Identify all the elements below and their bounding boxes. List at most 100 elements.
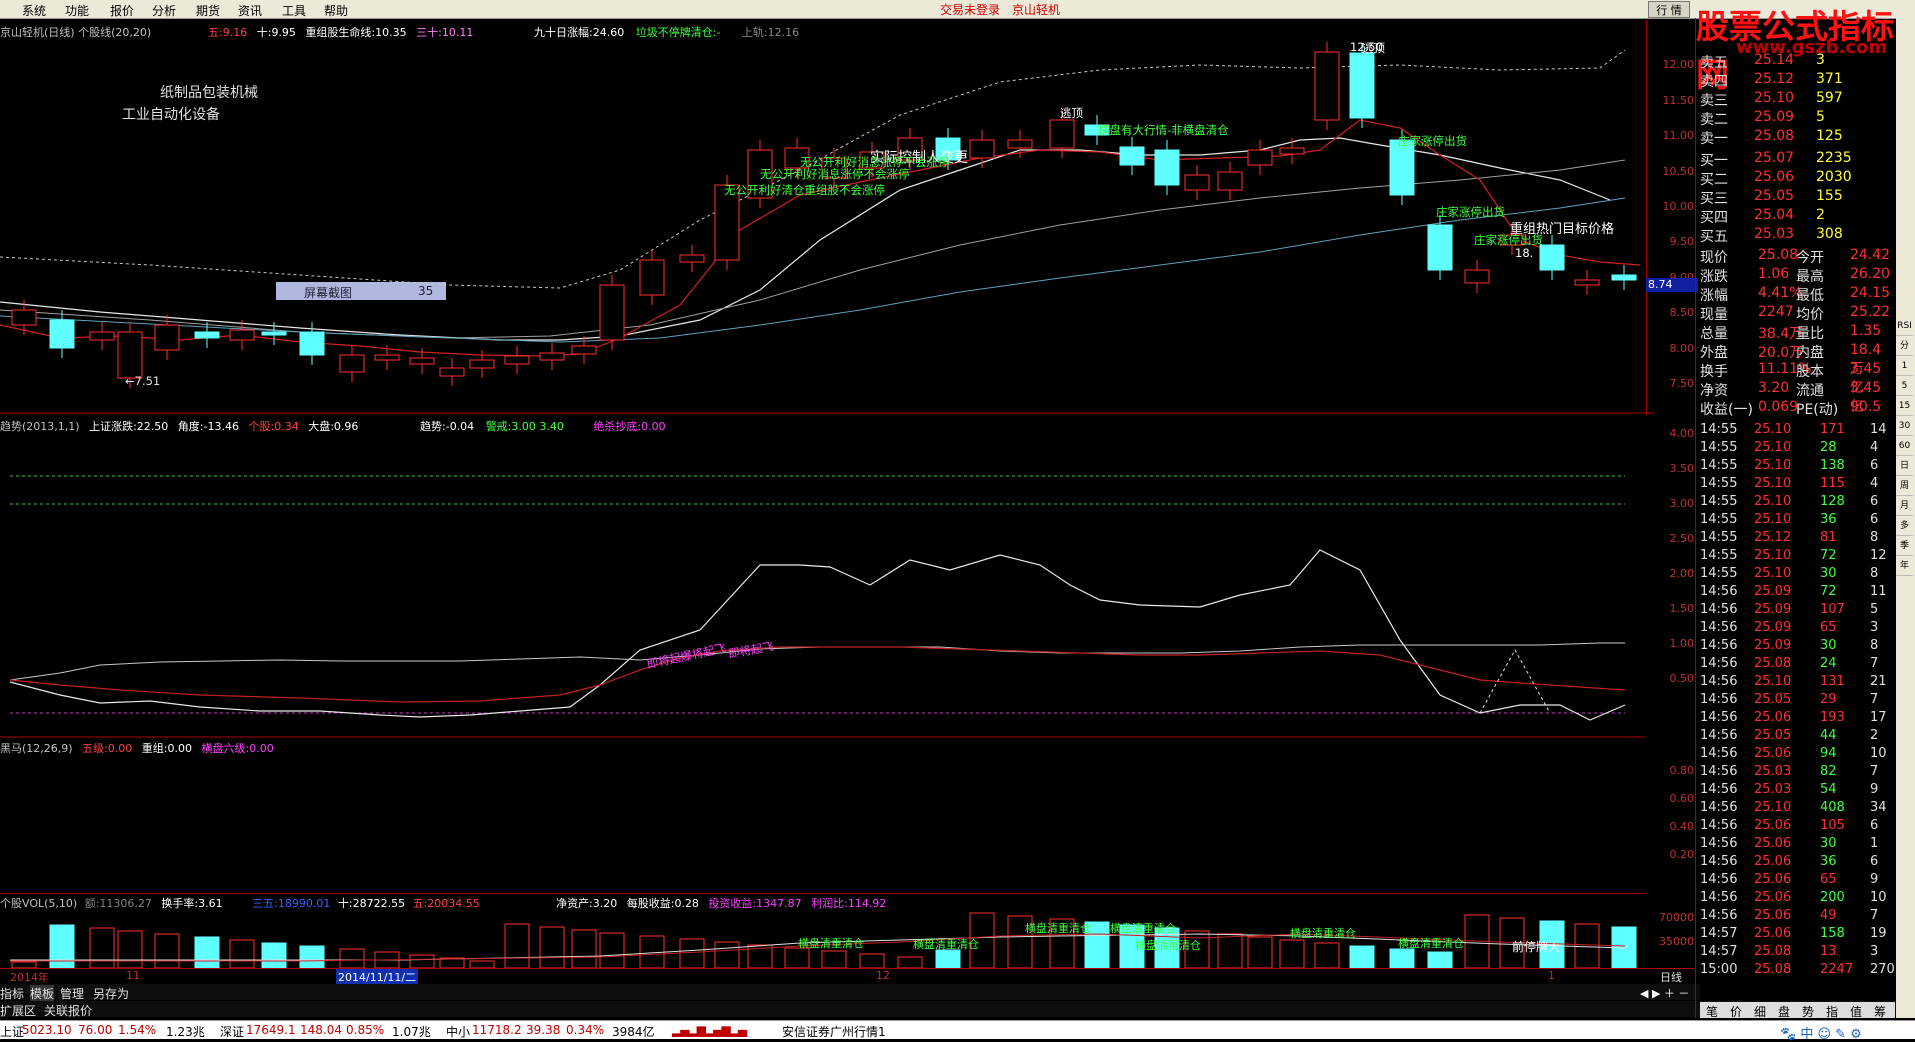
axis-tick: 0.20 (1669, 848, 1695, 861)
tick-volume: 13 (1820, 944, 1837, 959)
candle-body (679, 254, 705, 263)
volume-bar (784, 947, 810, 968)
axis-tick: 3.50 (1669, 462, 1695, 475)
tab-extension[interactable]: 扩展区 (0, 1002, 36, 1019)
period-button[interactable]: 5 (1896, 378, 1913, 396)
volume-bar (679, 938, 705, 968)
period-button[interactable]: 1 (1896, 358, 1913, 376)
period-button[interactable]: 年 (1896, 558, 1913, 576)
volume-bar (1574, 923, 1600, 968)
zhuangjia-label-2: 庄家涨停出货 (1436, 205, 1505, 219)
quote-side-tab[interactable]: 势 (1802, 1003, 1814, 1020)
trend-chart[interactable] (0, 415, 1646, 740)
extension-tabs: 扩展区 关联报价 (0, 1001, 1900, 1019)
tab-related-quote[interactable]: 关联报价 (44, 1002, 92, 1019)
menu-function[interactable]: 功能 (65, 2, 89, 19)
tick-volume: 128 (1820, 494, 1845, 509)
stat-label: 最低 (1796, 288, 1824, 304)
period-button[interactable]: 分 (1896, 338, 1913, 356)
panel-divider (0, 893, 1646, 894)
tick-row: 14:57 25.06 158 19 (1700, 926, 1890, 944)
tab-indicator[interactable]: 指标 (0, 985, 24, 1002)
index-value: 11718.2 (472, 1023, 522, 1037)
axis-tick: 35000 (1659, 935, 1694, 948)
tab-template[interactable]: 模板 (30, 985, 55, 1002)
period-button[interactable]: 30 (1896, 418, 1913, 436)
candlestick-chart[interactable] (0, 20, 1655, 415)
candle-body (1217, 171, 1243, 191)
quote-side-tab[interactable]: 盘 (1778, 1003, 1790, 1020)
period-button[interactable]: 60 (1896, 438, 1913, 456)
tick-row: 14:55 25.12 81 8 (1700, 530, 1890, 548)
tick-price: 25.06 (1754, 836, 1792, 851)
period-button[interactable]: 日 (1896, 458, 1913, 476)
candle-body (261, 331, 287, 336)
quote-row: 买三 25.05 155 (1700, 188, 1890, 207)
quote-side-tab[interactable]: 指 (1826, 1003, 1838, 1020)
menu-quote[interactable]: 报价 (110, 2, 134, 19)
tick-count: 8 (1870, 566, 1879, 581)
meigu-label: 每股收益: (626, 897, 675, 910)
menu-futures[interactable]: 期货 (196, 2, 220, 19)
status-icons[interactable]: 🐾 中 ☺ ✎ ⚙ (1780, 1023, 1862, 1042)
candle-body (49, 319, 75, 349)
period-button[interactable]: RSI (1896, 318, 1913, 336)
candle-body (89, 331, 115, 341)
menu-info[interactable]: 资讯 (238, 2, 262, 19)
hengpan-value: 0.00 (249, 742, 274, 755)
stat-label: 最高 (1796, 269, 1824, 285)
tick-price: 25.10 (1754, 800, 1792, 815)
tick-volume: 107 (1820, 602, 1845, 617)
quote-side-tab[interactable]: 价 (1730, 1003, 1742, 1020)
period-button[interactable]: 周 (1896, 478, 1913, 496)
stat-label: 外盘 (1700, 345, 1728, 361)
taoding-label-2: 逃顶 (1362, 41, 1385, 55)
period-button[interactable]: 多 (1896, 518, 1913, 536)
period-label[interactable]: 日线 (1660, 969, 1682, 985)
axis-tick: 3.00 (1669, 497, 1695, 510)
volume-bar (821, 950, 847, 968)
volume-bar (1247, 936, 1273, 968)
axis-tick: 70000 (1659, 911, 1694, 924)
ob-label: 买四 (1700, 210, 1728, 226)
tick-price: 25.06 (1754, 710, 1792, 725)
tick-row: 14:55 25.10 171 14 (1700, 422, 1890, 440)
stat-label: PE(动) (1796, 402, 1839, 418)
quote-side-tab[interactable]: 笔 (1706, 1003, 1718, 1020)
candle-body (1049, 119, 1075, 149)
candle-body (194, 331, 220, 339)
menu-tools[interactable]: 工具 (282, 2, 306, 19)
quote-side-tab[interactable]: 筹 (1874, 1003, 1886, 1020)
volume-bar (571, 929, 597, 968)
period-button[interactable]: 季 (1896, 538, 1913, 556)
tab-save-as[interactable]: 另存为 (93, 985, 129, 1002)
tick-count: 270 (1870, 962, 1895, 977)
meigu-value: 0.28 (674, 897, 699, 910)
tick-volume: 200 (1820, 890, 1845, 905)
tick-price: 25.03 (1754, 764, 1792, 779)
menu-help[interactable]: 帮助 (324, 2, 348, 19)
tick-volume: 158 (1820, 926, 1845, 941)
period-button[interactable]: 15 (1896, 398, 1913, 416)
price-axis: 12.00 11.50 11.00 10.50 10.00 9.50 9.00 … (1646, 20, 1695, 415)
login-status: 交易未登录 (940, 3, 1001, 17)
menu-analysis[interactable]: 分析 (152, 2, 176, 19)
quote-mode-button[interactable]: 行 情 (1648, 1, 1690, 18)
quote-side-tab[interactable]: 值 (1850, 1003, 1862, 1020)
menu-system[interactable]: 系统 (22, 2, 46, 19)
vol-axis: 70000 35000 (1646, 895, 1694, 968)
hengpan-label: 横盘有大行情-非横盘清仓 (1098, 123, 1229, 137)
candle-body (1464, 269, 1490, 284)
stat-value: 24.42 (1850, 247, 1891, 263)
quote-side-tab[interactable]: 细 (1754, 1003, 1766, 1020)
tick-time: 14:56 (1700, 872, 1738, 887)
tick-row: 14:56 25.03 54 9 (1700, 782, 1890, 800)
period-button[interactable]: 月 (1896, 498, 1913, 516)
window-stock-title: 京山轻机 (1012, 3, 1061, 17)
lirun-value: 114.92 (847, 897, 887, 910)
tick-count: 3 (1870, 944, 1879, 959)
tab-manage[interactable]: 管理 (60, 985, 84, 1002)
stat-label: 现量 (1700, 307, 1728, 323)
ob-price: 25.09 (1754, 109, 1795, 125)
axis-tick: 0.80 (1669, 764, 1695, 777)
